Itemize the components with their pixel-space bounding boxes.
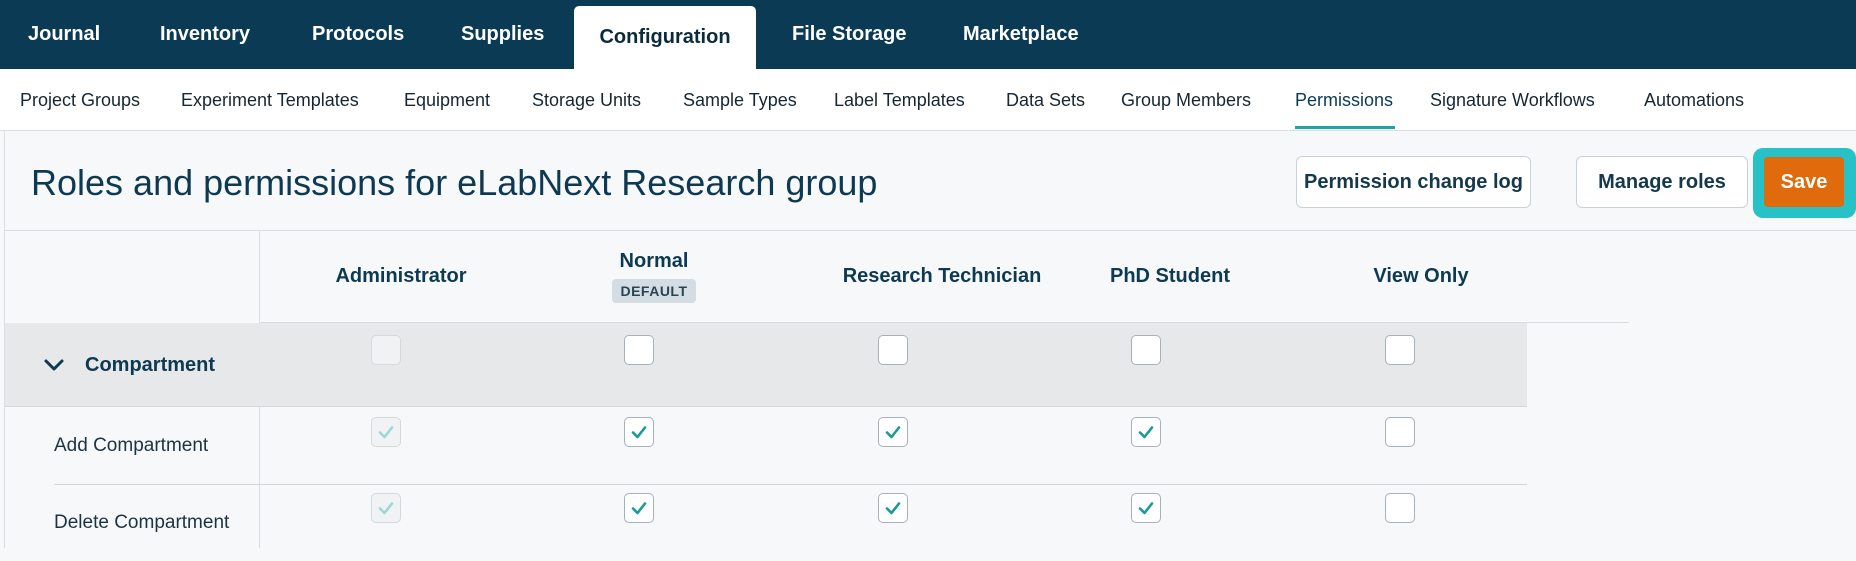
role-name: Normal [619, 250, 689, 272]
permission-checkbox[interactable] [878, 417, 908, 447]
permission-checkbox[interactable] [624, 417, 654, 447]
permissions-panel: Roles and permissions for eLabNext Resea… [4, 131, 1856, 548]
permissions-table: Administrator Normal DEFAULT Research Tec… [5, 231, 1856, 548]
section-label: Compartment [85, 353, 216, 376]
role-name: Research Technician [842, 265, 1042, 287]
permission-checkbox[interactable] [1131, 493, 1161, 523]
tab-configuration[interactable]: Configuration [574, 6, 756, 69]
check-icon [631, 426, 647, 439]
permission-label: Add Compartment [54, 435, 209, 456]
permission-checkbox[interactable] [624, 493, 654, 523]
permission-row: Delete Compartment [5, 485, 1527, 561]
tab-protocols[interactable]: Protocols [312, 0, 404, 69]
subnav-sample-types[interactable]: Sample Types [683, 69, 797, 131]
permission-checkbox[interactable] [1385, 417, 1415, 447]
role-header-administrator: Administrator [316, 231, 486, 322]
permission-change-log-button[interactable]: Permission change log [1296, 156, 1531, 208]
role-name: Administrator [335, 265, 467, 287]
default-badge: DEFAULT [612, 279, 696, 303]
page-title: Roles and permissions for eLabNext Resea… [31, 162, 878, 203]
manage-roles-button[interactable]: Manage roles [1576, 156, 1748, 208]
chevron-down-icon [44, 359, 64, 371]
permission-checkbox [371, 493, 401, 523]
check-icon [885, 502, 901, 515]
role-header-normal: Normal DEFAULT [569, 231, 739, 322]
section-row-compartment: Compartment [5, 323, 1527, 407]
role-header-phd-student: PhD Student [1075, 231, 1265, 322]
tab-journal[interactable]: Journal [28, 0, 100, 69]
subnav-label-templates[interactable]: Label Templates [834, 69, 965, 131]
save-button[interactable]: Save [1764, 157, 1844, 207]
tab-marketplace[interactable]: Marketplace [963, 0, 1079, 69]
subnav-data-sets[interactable]: Data Sets [1006, 69, 1085, 131]
subnav-group-members[interactable]: Group Members [1121, 69, 1251, 131]
check-icon [378, 426, 394, 439]
top-nav: Journal Inventory Protocols Supplies Con… [0, 0, 1856, 69]
role-name: View Only [1373, 265, 1469, 287]
check-icon [631, 502, 647, 515]
role-header-view-only: View Only [1336, 231, 1506, 322]
subnav-experiment-templates[interactable]: Experiment Templates [181, 69, 359, 131]
permission-checkbox[interactable] [1385, 493, 1415, 523]
active-tab-indicator [1295, 126, 1395, 129]
tab-inventory[interactable]: Inventory [160, 0, 250, 69]
permission-checkbox [371, 335, 401, 365]
tab-file-storage[interactable]: File Storage [792, 0, 906, 69]
subnav-permissions[interactable]: Permissions [1295, 69, 1393, 131]
permission-checkbox [371, 417, 401, 447]
subnav-project-groups[interactable]: Project Groups [20, 69, 140, 131]
permission-checkbox[interactable] [878, 335, 908, 365]
tab-supplies[interactable]: Supplies [461, 0, 544, 69]
check-icon [378, 502, 394, 515]
role-name: PhD Student [1110, 265, 1230, 287]
subnav-equipment[interactable]: Equipment [404, 69, 490, 131]
subnav-storage-units[interactable]: Storage Units [532, 69, 641, 131]
check-icon [1138, 502, 1154, 515]
sub-nav: Project Groups Experiment Templates Equi… [0, 69, 1856, 131]
check-icon [885, 426, 901, 439]
section-toggle[interactable]: Compartment [43, 323, 215, 407]
permission-checkbox[interactable] [1131, 335, 1161, 365]
permission-label: Delete Compartment [54, 512, 230, 533]
permission-checkbox[interactable] [624, 335, 654, 365]
permission-checkbox[interactable] [1131, 417, 1161, 447]
subnav-automations[interactable]: Automations [1644, 69, 1744, 131]
role-header-research-technician: Research Technician [822, 231, 1062, 322]
subnav-signature-workflows[interactable]: Signature Workflows [1430, 69, 1595, 131]
permission-row: Add Compartment [5, 408, 1527, 484]
permission-checkbox[interactable] [878, 493, 908, 523]
check-icon [1138, 426, 1154, 439]
permission-checkbox[interactable] [1385, 335, 1415, 365]
